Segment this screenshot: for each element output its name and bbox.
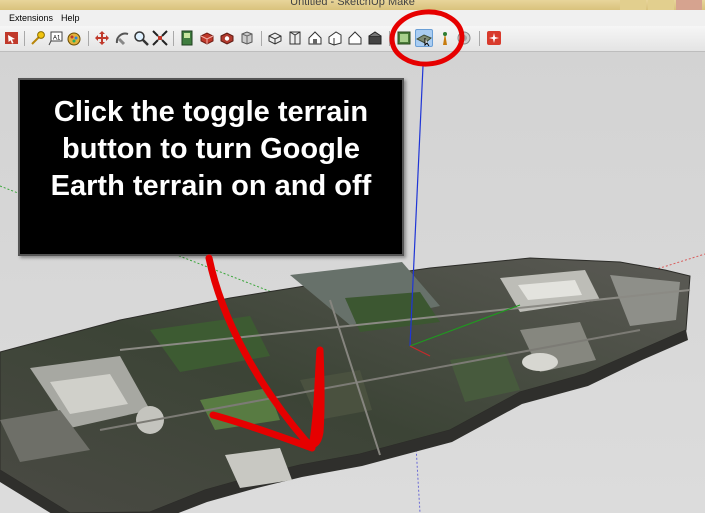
tutorial-callout-text: Click the toggle terrain button to turn … <box>50 96 372 202</box>
svg-text:A1: A1 <box>53 36 61 42</box>
zoom-icon[interactable] <box>133 30 149 46</box>
paint-icon[interactable] <box>66 30 82 46</box>
tutorial-callout-box: Click the toggle terrain button to turn … <box>18 78 404 256</box>
iso-view-icon[interactable] <box>267 30 283 46</box>
back-view-icon[interactable] <box>347 30 363 46</box>
window-title-bar: Untitled - SketchUp Make <box>0 0 705 10</box>
front-view-icon[interactable] <box>307 30 323 46</box>
ruby-extension-icon[interactable] <box>486 30 502 46</box>
ruby-console-icon[interactable] <box>239 30 255 46</box>
toolbar: A1 <box>0 26 705 52</box>
extension-warehouse-icon[interactable] <box>219 30 235 46</box>
left-view-icon[interactable] <box>367 30 383 46</box>
close-button[interactable] <box>676 0 702 10</box>
photo-textures-icon[interactable] <box>179 30 195 46</box>
move-icon[interactable] <box>94 30 110 46</box>
right-view-icon[interactable] <box>327 30 343 46</box>
window-title: Untitled - SketchUp Make <box>290 0 415 8</box>
menu-help[interactable]: Help <box>61 13 80 23</box>
orbit-icon[interactable] <box>114 30 130 46</box>
modeling-viewport[interactable]: Click the toggle terrain button to turn … <box>0 52 705 513</box>
minimize-button[interactable] <box>620 0 646 10</box>
maximize-button[interactable] <box>648 0 674 10</box>
text-icon[interactable]: A1 <box>48 30 64 46</box>
3d-warehouse-icon[interactable] <box>199 30 215 46</box>
share-model-icon[interactable] <box>456 30 472 46</box>
zoom-extents-icon[interactable] <box>152 30 168 46</box>
menu-bar: Extensions Help <box>0 10 705 26</box>
select-icon[interactable] <box>4 30 20 46</box>
menu-extensions[interactable]: Extensions <box>9 13 53 23</box>
component-icon[interactable] <box>30 30 46 46</box>
add-location-icon[interactable] <box>396 30 412 46</box>
preview-in-google-earth-icon[interactable] <box>437 30 453 46</box>
toggle-terrain-icon[interactable] <box>415 29 433 47</box>
top-view-icon[interactable] <box>287 30 303 46</box>
